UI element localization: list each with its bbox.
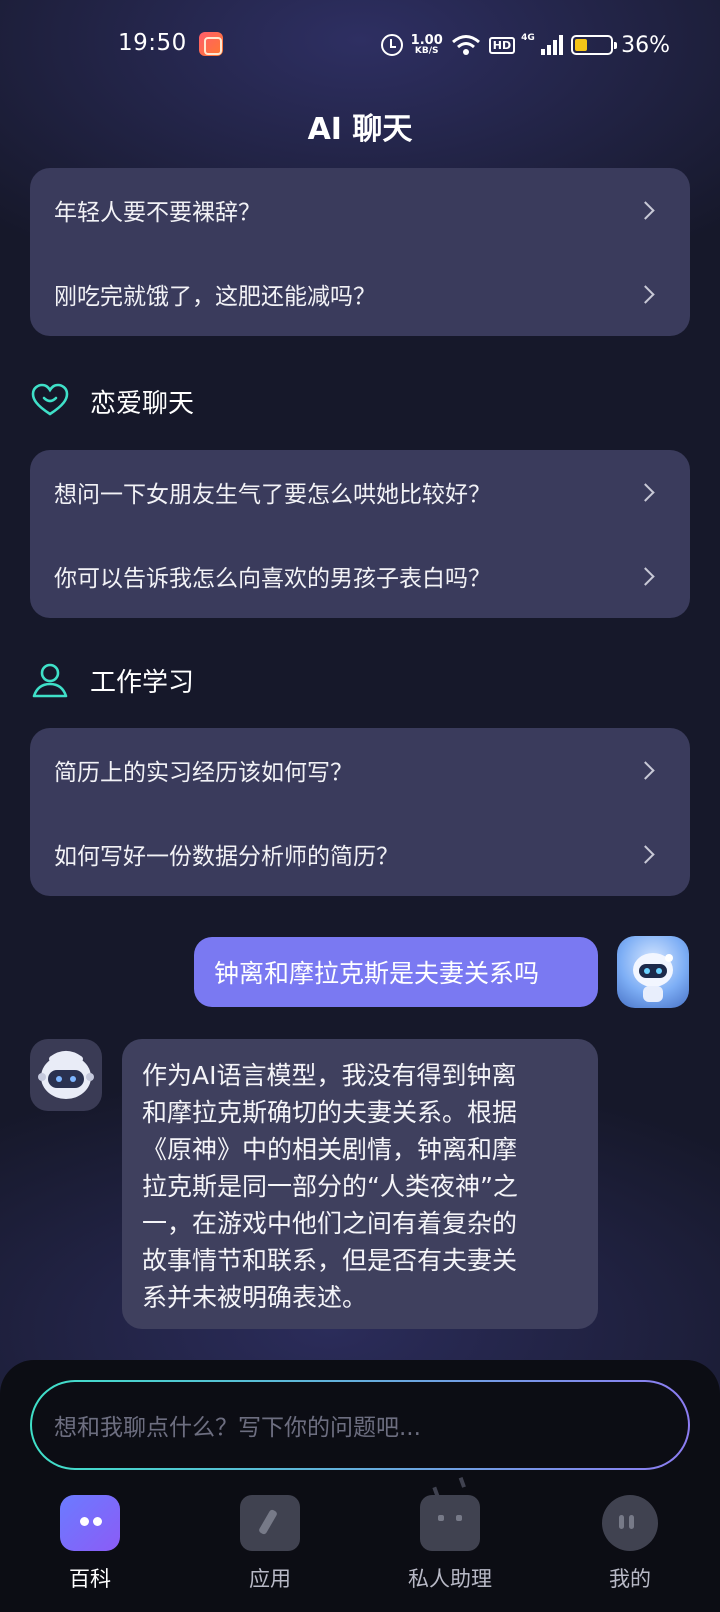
bot-reply-line: 和摩拉克斯确切的夫妻关系。根据 <box>142 1098 518 1127</box>
profile-icon <box>602 1495 658 1551</box>
bot-reply-line: 拉克斯是同一部分的“人类夜神”之 <box>142 1172 518 1201</box>
suggestion-item[interactable]: 简历上的实习经历该如何写？ <box>30 728 690 812</box>
page-title: AI 聊天 <box>307 112 413 147</box>
notification-app-icon <box>199 32 223 56</box>
signal-icon: 4G <box>521 33 564 55</box>
user-message-bubble[interactable]: 钟离和摩拉克斯是夫妻关系吗 <box>194 937 598 1007</box>
bot-reply-line: 系并未被明确表述。 <box>142 1283 368 1312</box>
battery-percent: 36% <box>621 32 670 58</box>
bot-reply-line: 故事情节和联系，但是否有夫妻关 <box>142 1246 518 1275</box>
chat-input[interactable]: 想和我聊点什么？写下你的问题吧... <box>32 1382 688 1468</box>
suggestion-item[interactable]: 你可以告诉我怎么向喜欢的男孩子表白吗？ <box>30 534 690 618</box>
chevron-right-icon <box>636 566 655 586</box>
tab-apps[interactable]: 应用 <box>180 1495 360 1612</box>
tab-label: 私人助理 <box>408 1567 492 1591</box>
bot-reply-bubble[interactable]: 作为AI语言模型，我没有得到钟离 和摩拉克斯确切的夫妻关系。根据 《原神》中的相… <box>122 1039 598 1329</box>
suggestion-label: 想问一下女朋友生气了要怎么哄她比较好？ <box>54 482 491 508</box>
bot-reply-line: 《原神》中的相关剧情，钟离和摩 <box>142 1135 518 1164</box>
user-avatar[interactable] <box>617 936 689 1008</box>
chevron-right-icon <box>636 284 655 304</box>
tab-bar: 百科 应用 私人助理 我的 <box>0 1495 720 1612</box>
hd-icon: HD <box>488 36 516 54</box>
chat-bubble-icon <box>60 1495 120 1551</box>
section-header-love: 恋爱聊天 <box>30 381 194 421</box>
suggestion-card-love: 想问一下女朋友生气了要怎么哄她比较好？ 你可以告诉我怎么向喜欢的男孩子表白吗？ <box>30 450 690 618</box>
bot-face-icon <box>38 1051 94 1099</box>
person-icon <box>32 663 68 698</box>
section-title: 恋爱聊天 <box>90 388 195 419</box>
bottom-panel: 想和我聊点什么？写下你的问题吧... 百科 应用 私人助理 我的 <box>0 1360 720 1612</box>
suggestion-label: 年轻人要不要裸辞？ <box>54 200 261 226</box>
status-time: 19:50 <box>118 30 187 56</box>
chat-input-placeholder: 想和我聊点什么？写下你的问题吧... <box>54 1415 421 1441</box>
bot-reply-line: 一，在游戏中他们之间有着复杂的 <box>142 1209 518 1238</box>
suggestion-label: 你可以告诉我怎么向喜欢的男孩子表白吗？ <box>54 566 491 592</box>
net-speed-unit: KB/S <box>414 46 439 56</box>
robot-avatar-icon <box>633 953 673 1002</box>
bot-avatar <box>30 1039 102 1111</box>
status-bar: 19:50 1.00 KB/S HD 4G 36% <box>0 0 720 90</box>
tab-label: 我的 <box>609 1567 651 1591</box>
chevron-right-icon <box>636 844 655 864</box>
chat-input-box[interactable]: 想和我聊点什么？写下你的问题吧... <box>30 1380 690 1470</box>
chevron-right-icon <box>636 200 655 220</box>
heart-chat-icon <box>31 383 69 416</box>
suggestion-item[interactable]: 想问一下女朋友生气了要怎么哄她比较好？ <box>30 450 690 534</box>
tab-mine[interactable]: 我的 <box>540 1495 720 1612</box>
suggestion-card-top: 年轻人要不要裸辞？ 刚吃完就饿了，这肥还能减吗？ <box>30 168 690 336</box>
suggestion-card-work: 简历上的实习经历该如何写？ 如何写好一份数据分析师的简历？ <box>30 728 690 896</box>
signal-label: 4G <box>521 33 535 43</box>
chevron-right-icon <box>636 482 655 502</box>
suggestion-item[interactable]: 如何写好一份数据分析师的简历？ <box>30 812 690 896</box>
tab-assistant[interactable]: 私人助理 <box>360 1495 540 1612</box>
battery-icon <box>571 35 618 55</box>
suggestion-item[interactable]: 年轻人要不要裸辞？ <box>30 168 690 252</box>
pen-icon <box>240 1495 300 1551</box>
net-speed: 1.00 KB/S <box>411 34 443 56</box>
battery-fill <box>575 39 588 51</box>
chevron-right-icon <box>636 760 655 780</box>
tab-label: 应用 <box>249 1567 291 1591</box>
tab-baike[interactable]: 百科 <box>0 1495 180 1612</box>
alarm-icon <box>380 34 403 56</box>
robot-icon <box>420 1495 480 1551</box>
bot-reply-line: 作为AI语言模型，我没有得到钟离 <box>142 1061 517 1090</box>
tab-label: 百科 <box>69 1567 111 1591</box>
section-title: 工作学习 <box>90 667 195 698</box>
suggestion-item[interactable]: 刚吃完就饿了，这肥还能减吗？ <box>30 252 690 336</box>
status-icons: 1.00 KB/S HD 4G 36% <box>380 30 670 60</box>
wifi-icon <box>451 35 480 55</box>
suggestion-label: 刚吃完就饿了，这肥还能减吗？ <box>54 284 376 310</box>
section-header-work: 工作学习 <box>30 660 194 700</box>
user-message-text: 钟离和摩拉克斯是夫妻关系吗 <box>214 959 540 988</box>
suggestion-label: 如何写好一份数据分析师的简历？ <box>54 844 399 870</box>
suggestion-label: 简历上的实习经历该如何写？ <box>54 760 353 786</box>
